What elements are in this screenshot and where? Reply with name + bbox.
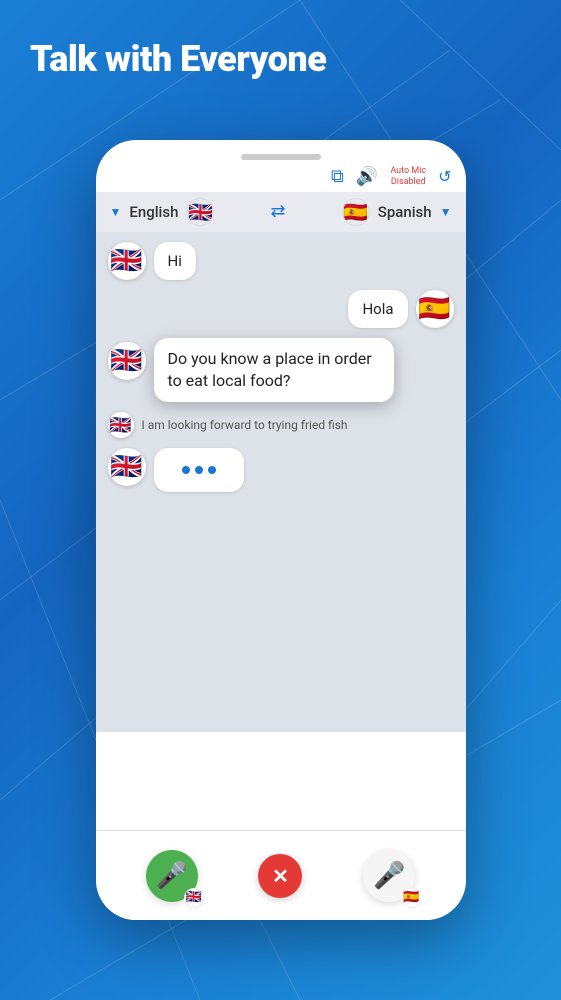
language-bar: ▼ English 🇬🇧 ⇄ 🇪🇸 Spanish ▼ (96, 192, 466, 232)
table-row: 🇪🇸 Hola (108, 290, 454, 328)
avatar: 🇬🇧 (108, 448, 146, 486)
avatar: 🇬🇧 (108, 412, 134, 438)
target-mic-button[interactable]: 🎤 🇪🇸 (363, 850, 415, 902)
target-flag: 🇪🇸 (342, 198, 370, 226)
bottom-bar: 🎤 🇬🇧 ✕ 🎤 🇪🇸 (96, 830, 466, 920)
table-row: 🇬🇧 Hi (108, 242, 454, 280)
avatar: 🇪🇸 (416, 290, 454, 328)
phone-toolbar: ⧉ 🔊 Auto Mic Disabled ↺ (96, 160, 466, 192)
source-mic-button[interactable]: 🎤 🇬🇧 (146, 850, 198, 902)
mic-icon: 🎤 (373, 861, 405, 891)
chat-area: 🇬🇧 Hi 🇪🇸 Hola 🇬🇧 Do you know a place in … (96, 232, 466, 732)
refresh-icon[interactable]: ↺ (438, 167, 451, 186)
source-language-dropdown[interactable]: English (129, 203, 178, 221)
message-text: Hi (168, 252, 182, 270)
avatar: 🇬🇧 (108, 242, 146, 280)
dot-2 (195, 466, 203, 474)
copy-icon[interactable]: ⧉ (331, 166, 344, 187)
mic-icon: 🎤 (156, 861, 188, 891)
source-mic-flag: 🇬🇧 (184, 888, 204, 908)
swap-icon[interactable]: ⇄ (222, 201, 333, 222)
message-bubble-highlight[interactable]: Do you know a place in order to eat loca… (154, 338, 394, 403)
dot-1 (182, 466, 190, 474)
table-row: 🇬🇧 Do you know a place in order to eat l… (108, 338, 454, 403)
sub-message: I am looking forward to trying fried fis… (142, 418, 348, 432)
phone-frame: ⧉ 🔊 Auto Mic Disabled ↺ ▼ English 🇬🇧 ⇄ 🇪… (96, 140, 466, 920)
cancel-icon: ✕ (272, 864, 289, 888)
target-language-name: Spanish (378, 203, 432, 221)
typing-bubble (154, 448, 244, 492)
target-lang-chevron[interactable]: ▼ (440, 205, 452, 219)
source-flag: 🇬🇧 (186, 198, 214, 226)
avatar: 🇬🇧 (108, 342, 146, 380)
message-bubble[interactable]: Hola (348, 290, 407, 328)
typing-row: 🇬🇧 (108, 448, 454, 492)
page-title: Talk with Everyone (30, 38, 326, 80)
auto-mic-label: Auto Mic Disabled (390, 166, 426, 188)
target-mic-flag: 🇪🇸 (401, 888, 421, 908)
auto-mic-group: Auto Mic Disabled (390, 166, 426, 188)
typing-indicator (168, 458, 230, 482)
message-bubble[interactable]: Hi (154, 242, 196, 280)
source-language-name: English (129, 203, 178, 221)
message-text: Hola (362, 300, 393, 318)
list-item: 🇬🇧 I am looking forward to trying fried … (108, 412, 454, 438)
volume-icon[interactable]: 🔊 (356, 166, 378, 187)
message-text: Do you know a place in order to eat loca… (168, 349, 372, 390)
target-language-dropdown[interactable]: Spanish (378, 203, 432, 221)
cancel-button[interactable]: ✕ (258, 854, 302, 898)
dot-3 (208, 466, 216, 474)
source-lang-chevron[interactable]: ▼ (110, 205, 122, 219)
